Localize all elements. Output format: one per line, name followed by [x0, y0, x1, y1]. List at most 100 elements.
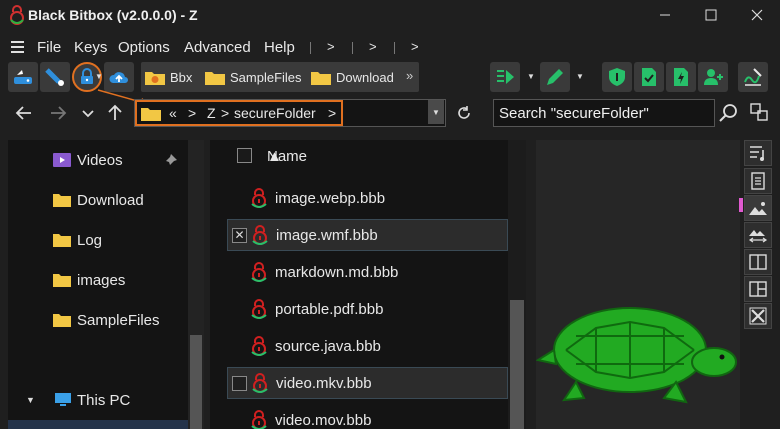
search-placeholder: Search "secureFolder" — [499, 105, 649, 122]
document-preview-button[interactable] — [744, 168, 772, 194]
open-drive-button[interactable] — [8, 62, 38, 92]
sidebar-item-label: images — [77, 271, 126, 289]
chevron-down-icon[interactable]: ▼ — [576, 72, 584, 81]
image-compare-button[interactable] — [744, 222, 772, 248]
file-row[interactable]: portable.pdf.bbb — [227, 293, 508, 325]
maximize-button[interactable] — [688, 0, 734, 30]
maximize-icon — [705, 9, 717, 21]
search-input[interactable]: Search "secureFolder" — [493, 99, 715, 127]
hamburger-menu-icon[interactable] — [11, 41, 24, 53]
bookmarks-more-button[interactable]: » — [406, 68, 413, 83]
edit-button[interactable] — [540, 62, 570, 92]
file-name: image.wmf.bbb — [276, 226, 378, 244]
sidebar-item-samplefiles[interactable]: SampleFiles — [8, 302, 188, 338]
row-checkbox[interactable] — [232, 375, 247, 391]
file-row[interactable]: image.webp.bbb — [227, 182, 508, 214]
split-vertical-button[interactable] — [744, 249, 772, 275]
column-header-name[interactable]: Name ▲ — [210, 140, 508, 172]
forward-button[interactable] — [47, 102, 69, 124]
split-grid-button[interactable] — [744, 276, 772, 302]
encrypted-file-icon — [251, 336, 267, 356]
chevron-down-icon[interactable]: ▼ — [95, 72, 103, 81]
text-preview-button[interactable] — [744, 140, 772, 166]
menu-overflow-arrow[interactable]: > — [327, 39, 335, 54]
encrypt-files-button[interactable] — [490, 62, 520, 92]
select-all-checkbox[interactable] — [237, 148, 252, 163]
breadcrumb-separator[interactable]: > — [328, 102, 336, 124]
breadcrumb-separator[interactable]: > — [188, 102, 196, 124]
file-row[interactable]: video.mov.bbb — [227, 404, 508, 429]
menu-options[interactable]: Options — [118, 39, 170, 56]
shield-icon — [609, 68, 625, 86]
back-button[interactable] — [13, 102, 35, 124]
breadcrumb-overflow[interactable]: « — [169, 102, 177, 124]
bookmark-label: Download — [336, 69, 394, 85]
quick-action-button[interactable] — [666, 62, 696, 92]
verify-button[interactable] — [634, 62, 664, 92]
chevron-down-icon[interactable]: ▼ — [527, 72, 535, 81]
breadcrumb-separator[interactable]: > — [221, 102, 229, 124]
expand-arrow-icon[interactable]: ▼ — [26, 395, 35, 405]
close-preview-button[interactable] — [744, 303, 772, 329]
computer-icon — [55, 393, 71, 406]
menu-help[interactable]: Help — [264, 39, 295, 56]
sidebar-item-videos[interactable]: Videos — [8, 142, 188, 178]
document-icon — [751, 172, 765, 190]
file-list: Name ▲ image.webp.bbb ✕ image.wmf.bbb ma… — [210, 140, 526, 429]
file-row[interactable]: markdown.md.bbb — [227, 256, 508, 288]
row-checkbox[interactable]: ✕ — [232, 227, 247, 243]
encrypted-file-icon — [251, 299, 267, 319]
bookmark-label: Bbx — [170, 69, 193, 85]
arrow-left-icon — [15, 106, 31, 120]
unlock-drive-button[interactable] — [40, 62, 70, 92]
bookmark-samplefiles[interactable]: SampleFiles — [205, 62, 302, 92]
file-row[interactable]: source.java.bbb — [227, 330, 508, 362]
sidebar-item-log[interactable]: Log — [8, 222, 188, 258]
bookmark-download[interactable]: Download — [311, 62, 394, 92]
shield-button[interactable] — [602, 62, 632, 92]
sidebar-item-images[interactable]: images — [8, 262, 188, 298]
sidebar-item-download[interactable]: Download — [8, 182, 188, 218]
address-dropdown-button[interactable]: ▼ — [428, 100, 444, 124]
sidebar-item-label: Log — [77, 231, 103, 249]
pin-icon[interactable] — [164, 153, 178, 167]
text-lines-icon — [750, 146, 764, 161]
menu-overflow-arrow[interactable]: > — [369, 39, 377, 54]
minimize-button[interactable] — [642, 0, 688, 30]
close-button[interactable] — [734, 0, 780, 30]
drive-icon — [14, 70, 32, 84]
arrow-up-icon — [108, 104, 122, 120]
sign-button[interactable] — [738, 62, 768, 92]
address-bar[interactable]: « > Z > secureFolder > — [134, 99, 446, 127]
file-row[interactable]: video.mkv.bbb — [227, 367, 508, 399]
layout-toggle-icon[interactable] — [748, 101, 770, 123]
file-name: video.mov.bbb — [275, 411, 372, 429]
add-user-button[interactable] — [698, 62, 728, 92]
menu-keys[interactable]: Keys — [74, 39, 107, 56]
menu-divider — [394, 42, 395, 54]
menu-advanced[interactable]: Advanced — [184, 39, 251, 56]
menu-file[interactable]: File — [37, 39, 61, 56]
history-dropdown-button[interactable] — [77, 102, 99, 124]
bookmark-label: SampleFiles — [230, 69, 302, 85]
sidebar-scrollbar[interactable] — [188, 140, 204, 429]
up-button[interactable] — [104, 102, 126, 124]
document-bolt-icon — [674, 68, 688, 86]
menu-bar: File Keys Options Advanced Help > > > — [0, 36, 780, 58]
refresh-button[interactable] — [453, 102, 475, 124]
sidebar-scroll-thumb[interactable] — [190, 335, 202, 429]
search-icon[interactable] — [717, 102, 739, 124]
edit-pen-icon — [547, 69, 563, 85]
sidebar-item-this-pc[interactable]: ▼ This PC — [8, 382, 188, 418]
menu-overflow-arrow[interactable]: > — [411, 39, 419, 54]
file-list-scroll-thumb[interactable] — [510, 300, 524, 429]
image-preview-button[interactable] — [744, 195, 772, 221]
menu-divider — [352, 42, 353, 54]
image-icon — [749, 202, 767, 215]
file-row[interactable]: ✕ image.wmf.bbb — [227, 219, 508, 251]
breadcrumb-securefolder[interactable]: secureFolder — [234, 102, 316, 124]
menu-divider — [310, 42, 311, 54]
split-vertical-icon — [749, 254, 767, 270]
breadcrumb-z[interactable]: Z — [207, 102, 216, 124]
folder-icon — [53, 234, 71, 247]
